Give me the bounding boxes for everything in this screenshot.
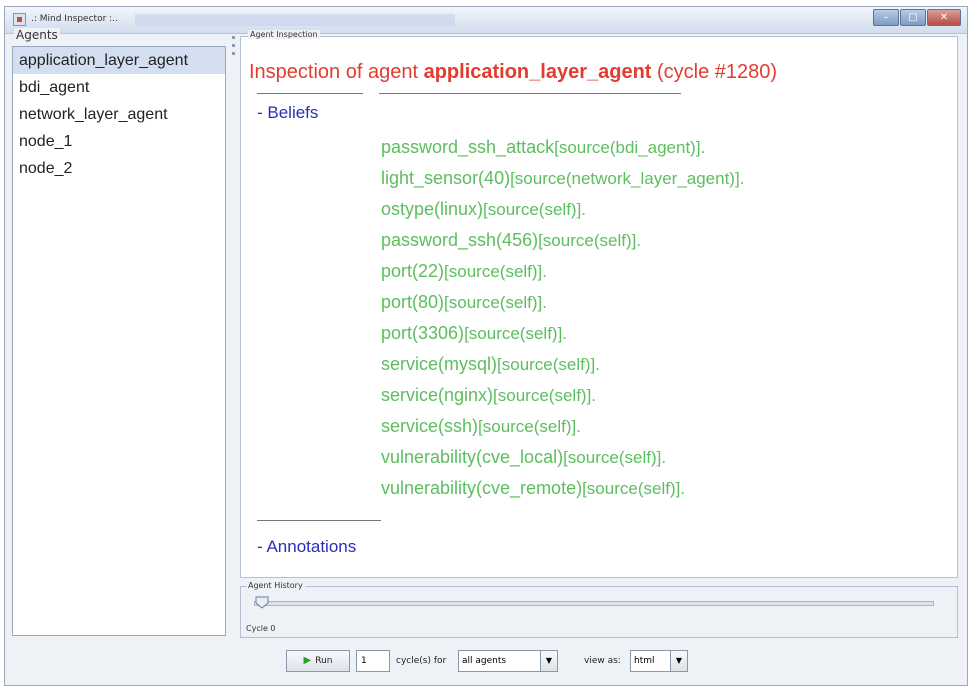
belief-item: password_ssh_attack[source(bdi_agent)].: [381, 137, 705, 158]
belief-text: port(3306): [381, 323, 465, 343]
chevron-down-icon: ▼: [670, 651, 687, 671]
agent-inspection-title: Agent Inspection: [248, 30, 320, 39]
belief-item: ostype(linux)[source(self)].: [381, 199, 586, 220]
splitter-handle[interactable]: [231, 28, 237, 638]
belief-source: [source(self)].: [563, 448, 667, 467]
cycles-input[interactable]: 1: [356, 650, 390, 672]
divider: [257, 93, 363, 94]
inspection-content: Inspection of agent application_layer_ag…: [240, 36, 958, 578]
view-as-select[interactable]: html ▼: [630, 650, 688, 672]
belief-source: [source(bdi_agent)].: [554, 138, 706, 157]
annotations-section-title[interactable]: - Annotations: [257, 537, 356, 557]
history-slider-track[interactable]: [254, 601, 934, 606]
belief-source: [source(self)].: [444, 262, 548, 281]
belief-source: [source(self)].: [497, 355, 600, 374]
beliefs-section-title[interactable]: - Beliefs: [257, 103, 318, 123]
belief-text: service(ssh): [381, 416, 479, 436]
agent-scope-select[interactable]: all agents ▼: [458, 650, 558, 672]
belief-source: [source(self)].: [483, 200, 587, 219]
agents-list[interactable]: application_layer_agent bdi_agent networ…: [12, 46, 226, 636]
belief-text: port(22): [381, 261, 445, 281]
belief-source: [source(self)].: [464, 324, 568, 343]
chevron-down-icon: ▼: [540, 651, 557, 671]
window-title: .: Mind Inspector :..: [31, 14, 118, 24]
belief-text: vulnerability(cve_local): [381, 447, 564, 467]
history-cycle-label: Cycle 0: [246, 624, 276, 633]
agent-list-item[interactable]: node_2: [13, 155, 225, 182]
belief-text: password_ssh_attack: [381, 137, 555, 157]
play-icon: ▶: [303, 655, 312, 666]
belief-item: vulnerability(cve_remote)[source(self)].: [381, 478, 685, 499]
close-button[interactable]: ✕: [927, 9, 961, 26]
belief-source: [source(network_layer_agent)].: [510, 169, 745, 188]
belief-source: [source(self)].: [493, 386, 597, 405]
belief-item: service(ssh)[source(self)].: [381, 416, 581, 437]
view-as-label: view as:: [584, 656, 621, 666]
history-slider-thumb[interactable]: [255, 596, 269, 609]
view-as-value: html: [634, 656, 655, 666]
agent-list-item[interactable]: bdi_agent: [13, 74, 225, 101]
heading-cycle: (cycle #1280): [651, 61, 778, 83]
belief-item: port(22)[source(self)].: [381, 261, 547, 282]
agent-list-item[interactable]: network_layer_agent: [13, 101, 225, 128]
belief-source: [source(self)].: [444, 293, 548, 312]
belief-text: ostype(linux): [381, 199, 484, 219]
belief-item: light_sensor(40)[source(network_layer_ag…: [381, 168, 744, 189]
agent-list-item[interactable]: node_1: [13, 128, 225, 155]
divider: [379, 93, 681, 94]
history-box: [240, 586, 958, 638]
belief-text: service(nginx): [381, 385, 494, 405]
heading-prefix: Inspection of agent: [249, 61, 424, 83]
belief-item: service(mysql)[source(self)].: [381, 354, 600, 375]
maximize-button[interactable]: □: [900, 9, 926, 26]
run-button[interactable]: ▶ Run: [286, 650, 350, 672]
belief-text: port(80): [381, 292, 445, 312]
belief-item: port(80)[source(self)].: [381, 292, 547, 313]
agent-history-title: Agent History: [246, 581, 305, 590]
belief-source: [source(self)].: [582, 479, 686, 498]
belief-text: service(mysql): [381, 354, 498, 374]
agent-list-item[interactable]: application_layer_agent: [13, 47, 225, 74]
bottom-controls: ▶ Run 1 cycle(s) for all agents ▼ view as:…: [4, 642, 960, 678]
agents-panel-title: Agents: [14, 28, 60, 42]
belief-text: light_sensor(40): [381, 168, 511, 188]
agent-scope-value: all agents: [462, 656, 507, 666]
belief-item: port(3306)[source(self)].: [381, 323, 567, 344]
agent-history-panel: Agent History Cycle 0: [238, 578, 960, 640]
agents-panel: application_layer_agent bdi_agent networ…: [10, 28, 228, 638]
run-button-label: Run: [315, 656, 333, 666]
belief-item: vulnerability(cve_local)[source(self)].: [381, 447, 666, 468]
belief-item: service(nginx)[source(self)].: [381, 385, 596, 406]
inspection-heading: Inspection of agent application_layer_ag…: [249, 61, 777, 84]
cycles-for-label: cycle(s) for: [396, 656, 447, 666]
app-icon: [13, 13, 26, 26]
belief-item: password_ssh(456)[source(self)].: [381, 230, 641, 251]
inspected-agent-name: application_layer_agent: [423, 61, 652, 83]
title-bar-blurred-text: [135, 14, 455, 26]
minimize-button[interactable]: –: [873, 9, 899, 26]
agent-inspection-panel: Agent Inspection Inspection of agent app…: [238, 30, 960, 580]
belief-text: vulnerability(cve_remote): [381, 478, 583, 498]
belief-source: [source(self)].: [538, 231, 642, 250]
belief-text: password_ssh(456): [381, 230, 539, 250]
divider: [257, 520, 381, 521]
belief-source: [source(self)].: [478, 417, 581, 436]
